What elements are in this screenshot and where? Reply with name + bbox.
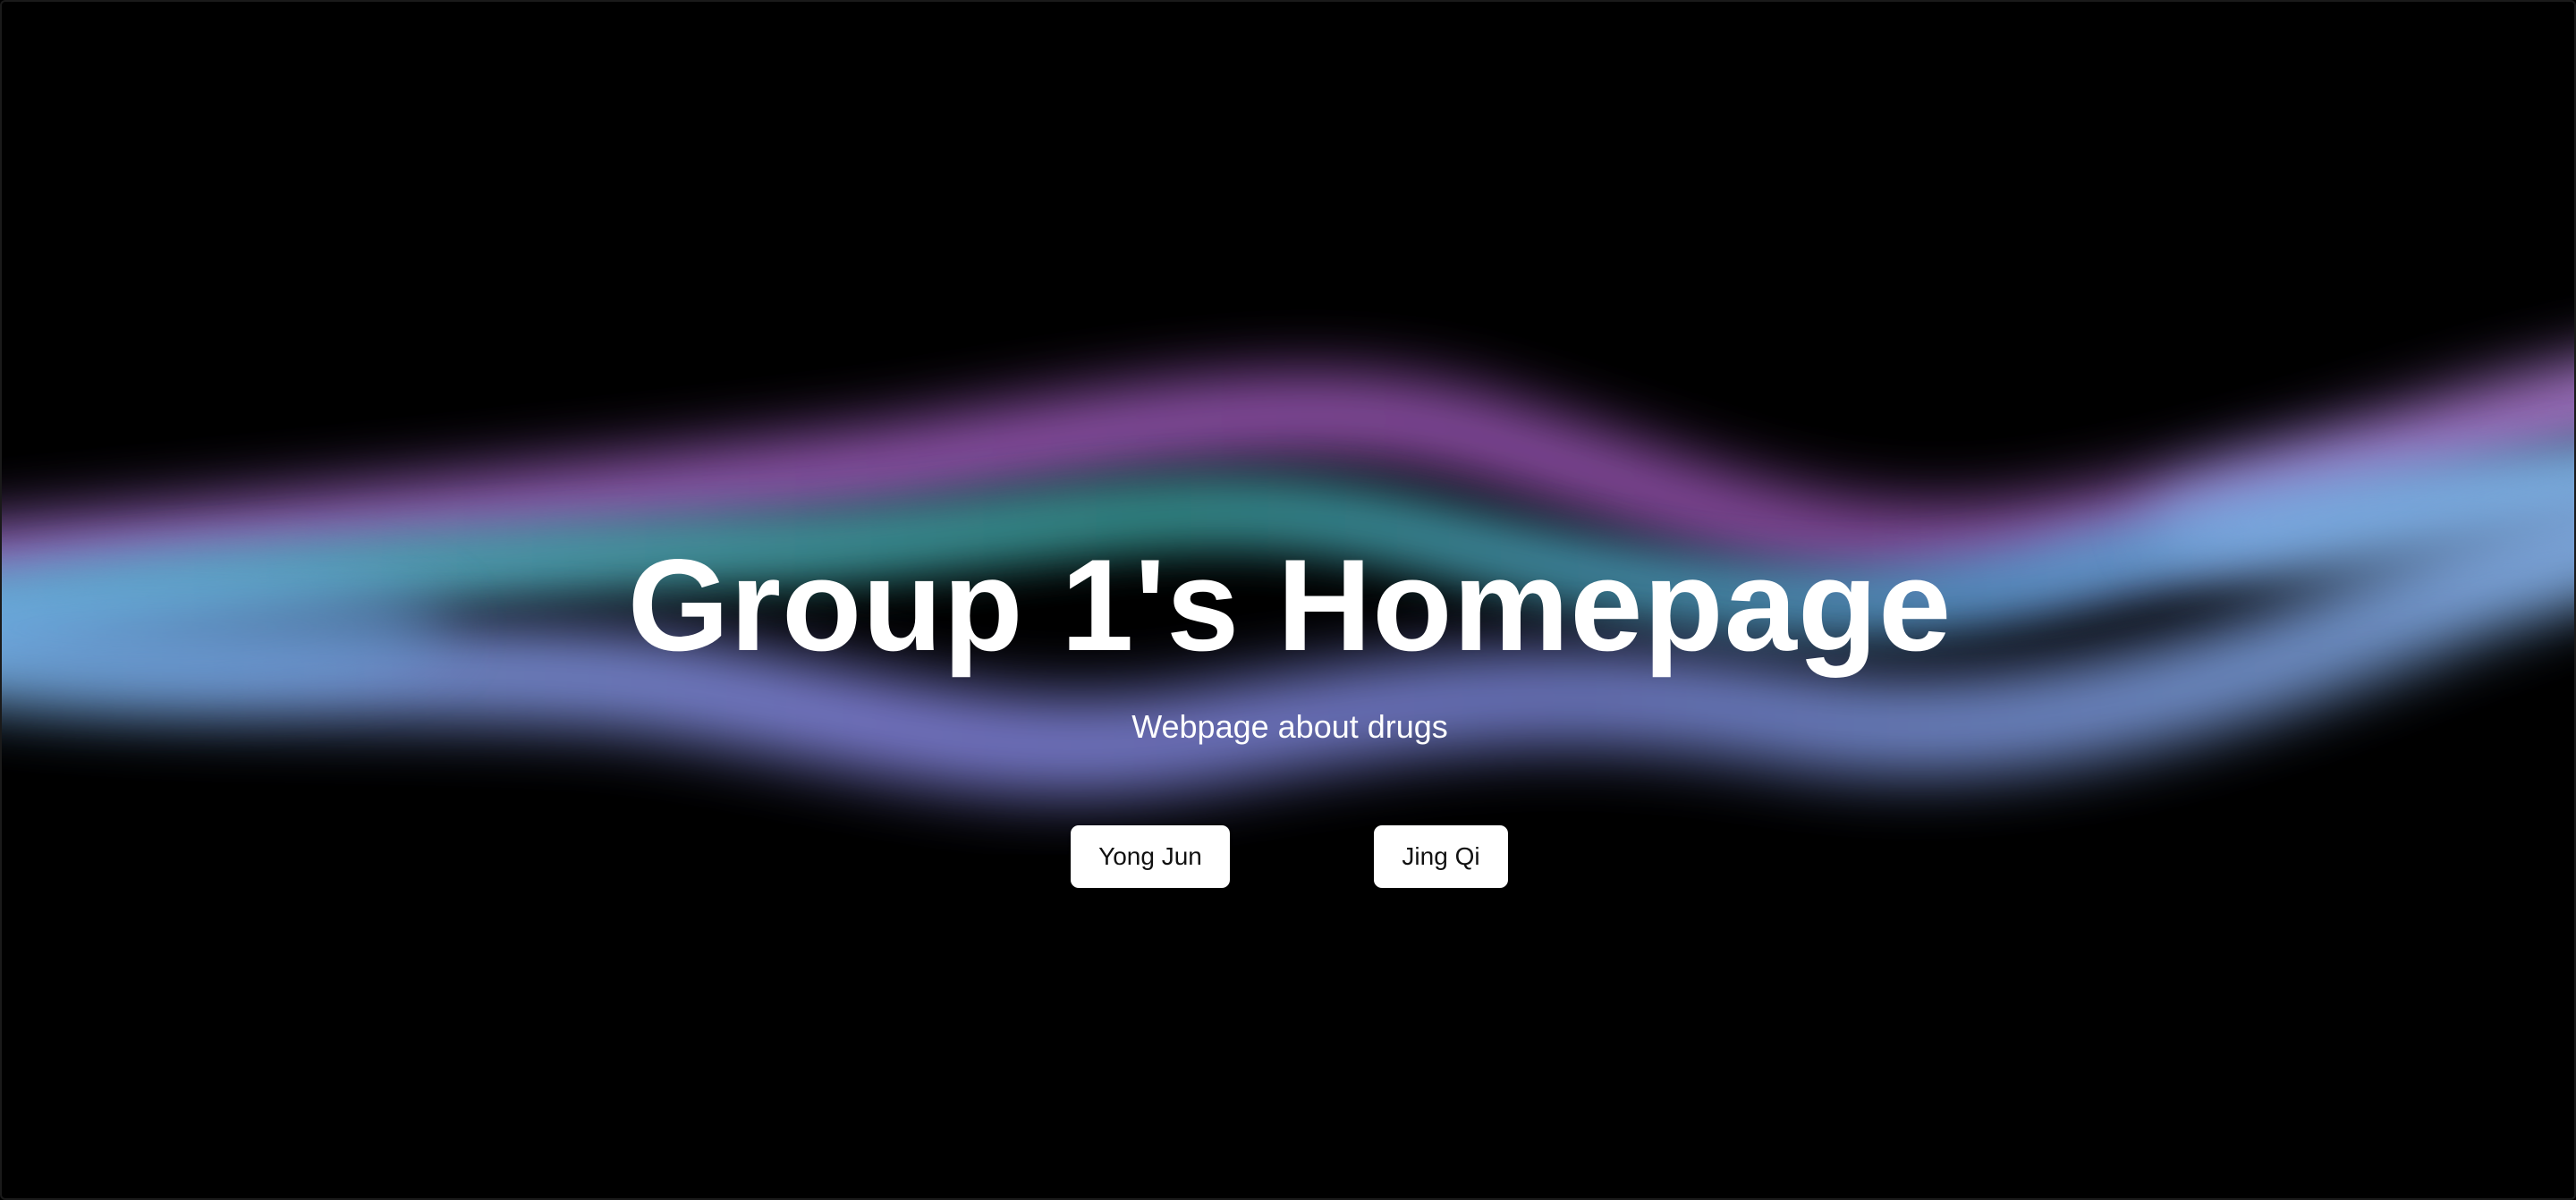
homepage: Group 1's Homepage Webpage about drugs Y…	[0, 0, 2576, 1200]
yong-jun-button[interactable]: Yong Jun	[1071, 825, 1230, 888]
page-title: Group 1's Homepage	[627, 532, 1953, 678]
page-subtitle: Webpage about drugs	[1131, 708, 1448, 745]
hero-section: Group 1's Homepage Webpage about drugs Y…	[2, 2, 2574, 1198]
jing-qi-button[interactable]: Jing Qi	[1374, 825, 1508, 888]
